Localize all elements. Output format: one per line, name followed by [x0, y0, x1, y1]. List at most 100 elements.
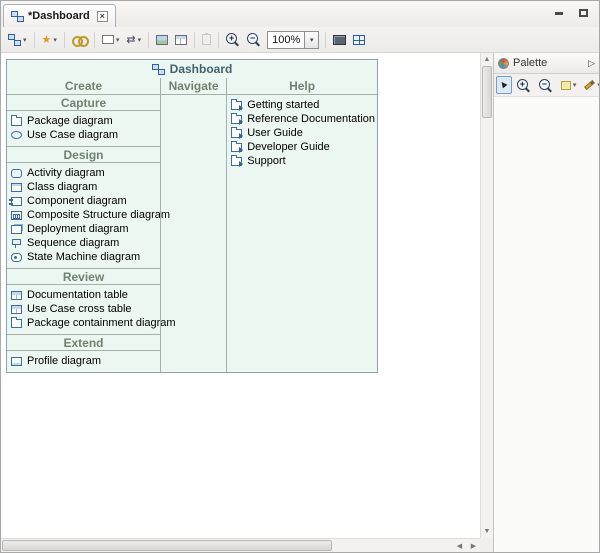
- design-section-header: Design: [7, 147, 160, 163]
- editor-tab-dashboard[interactable]: *Dashboard ×: [3, 4, 116, 27]
- dashboard-item[interactable]: User Guide: [227, 126, 377, 140]
- palette-expand-icon[interactable]: ▷: [588, 58, 595, 69]
- grid-tool-button[interactable]: [350, 30, 368, 50]
- help-folder-icon: [231, 157, 242, 166]
- appearance-tool-button[interactable]: ★▾: [39, 30, 60, 50]
- dashboard-item[interactable]: Getting started: [227, 98, 377, 112]
- maximize-view-button[interactable]: [575, 6, 591, 20]
- table-tool-button[interactable]: [172, 30, 190, 50]
- horizontal-scroll-thumb[interactable]: [2, 540, 332, 551]
- clipboard-icon: [202, 34, 211, 45]
- help-column-header: Help: [227, 78, 377, 95]
- section-extend: Extend Profile diagram: [7, 335, 160, 372]
- help-items: Getting startedReference DocumentationUs…: [227, 95, 377, 172]
- dashboard-item-label: Package containment diagram: [27, 317, 176, 329]
- minimize-view-button[interactable]: [551, 6, 567, 20]
- zoom-dropdown-button[interactable]: ▾: [304, 32, 318, 48]
- help-folder-icon: [231, 129, 242, 138]
- note-tool-icon: [561, 81, 571, 90]
- zoom-in-button[interactable]: [223, 30, 243, 50]
- sequence-diagram-icon: [11, 239, 22, 248]
- screenshot-icon: [333, 35, 346, 45]
- palette-zoom-out-icon: [539, 79, 553, 92]
- toolbar-separator: [194, 32, 195, 48]
- dashboard-item[interactable]: Use Case cross table: [7, 302, 160, 316]
- routing-tool-button[interactable]: ⇄▾: [123, 30, 144, 50]
- screenshot-tool-button[interactable]: [330, 30, 349, 50]
- dashboard-item[interactable]: Component diagram: [7, 194, 160, 208]
- extend-items: Profile diagram: [7, 351, 160, 372]
- dashboard-item[interactable]: Developer Guide: [227, 140, 377, 154]
- dashboard-item-label: Profile diagram: [27, 355, 101, 367]
- vertical-scroll-thumb[interactable]: [482, 66, 492, 118]
- dashboard-item[interactable]: Deployment diagram: [7, 222, 160, 236]
- dashboard-column-help: Help Getting startedReference Documentat…: [227, 78, 377, 372]
- use-case-diagram-icon: [11, 131, 22, 139]
- review-items: Documentation tableUse Case cross tableP…: [7, 285, 160, 335]
- palette-header[interactable]: Palette ▷: [494, 53, 599, 74]
- tab-close-icon[interactable]: ×: [97, 11, 108, 22]
- selection-tool-button[interactable]: ▲: [496, 76, 512, 94]
- dashboard-item[interactable]: Reference Documentation: [227, 112, 377, 126]
- component-diagram-icon: [11, 197, 22, 206]
- dashboard-item[interactable]: Activity diagram: [7, 166, 160, 180]
- grid-icon: [353, 35, 365, 45]
- dashboard-item[interactable]: Composite Structure diagram: [7, 208, 160, 222]
- shape-tool-button[interactable]: ▾: [99, 30, 123, 50]
- dashboard-icon: [152, 64, 165, 75]
- dashboard-item[interactable]: Profile diagram: [7, 354, 160, 368]
- dashboard-item[interactable]: Sequence diagram: [7, 236, 160, 250]
- dashboard-item[interactable]: Documentation table: [7, 288, 160, 302]
- horizontal-scrollbar[interactable]: ◀ ▶: [1, 538, 480, 552]
- palette-zoom-in-button[interactable]: [514, 76, 534, 94]
- dashboard-item-label: State Machine diagram: [27, 251, 140, 263]
- vertical-scrollbar[interactable]: ▲ ▼: [480, 53, 493, 538]
- palette-body[interactable]: [494, 97, 599, 552]
- dashboard-item-label: Composite Structure diagram: [27, 209, 170, 221]
- navigate-column-header: Navigate: [161, 78, 226, 95]
- scroll-left-icon[interactable]: ◀: [453, 539, 466, 552]
- view-controls: [551, 6, 591, 20]
- palette-title: Palette: [513, 57, 547, 69]
- capture-section-header: Capture: [7, 95, 160, 111]
- link-tool-button[interactable]: [69, 30, 90, 50]
- zoom-out-icon: [247, 33, 261, 46]
- dashboard-title: Dashboard: [170, 62, 233, 76]
- dashboard-item[interactable]: Use Case diagram: [7, 128, 160, 142]
- dashboard-item-label: Sequence diagram: [27, 237, 119, 249]
- dashboard-item[interactable]: Package diagram: [7, 114, 160, 128]
- dashboard-item[interactable]: State Machine diagram: [7, 250, 160, 264]
- dashboard-widget[interactable]: Dashboard Create Capture Package diagram…: [6, 59, 378, 373]
- pencil-tool-button[interactable]: ▾: [581, 76, 600, 94]
- palette-zoom-out-button[interactable]: [536, 76, 556, 94]
- dashboard-item-label: Reference Documentation: [247, 113, 375, 125]
- diagram-canvas[interactable]: Dashboard Create Capture Package diagram…: [1, 53, 480, 538]
- hierarchy-tool-button[interactable]: ▾: [5, 30, 30, 50]
- class-diagram-icon: [11, 183, 22, 192]
- scroll-right-icon[interactable]: ▶: [467, 539, 480, 552]
- toolbar-separator: [148, 32, 149, 48]
- dashboard-grid: Create Capture Package diagramUse Case d…: [7, 78, 377, 372]
- diagram-toolbar: ▾ ★▾ ▾ ⇄▾ 100% ▾: [1, 27, 599, 53]
- dashboard-item[interactable]: Support: [227, 154, 377, 168]
- scroll-up-icon[interactable]: ▲: [481, 53, 493, 66]
- dashboard-item-label: Developer Guide: [247, 141, 330, 153]
- dashboard-item-label: Use Case cross table: [27, 303, 132, 315]
- help-folder-icon: [231, 115, 242, 124]
- zoom-out-button[interactable]: [244, 30, 264, 50]
- editor-tab-bar: *Dashboard ×: [1, 1, 599, 27]
- toolbar-separator: [218, 32, 219, 48]
- palette-zoom-in-icon: [517, 79, 531, 92]
- dashboard-item[interactable]: Package containment diagram: [7, 316, 160, 330]
- note-tool-button[interactable]: ▾: [558, 76, 580, 94]
- dashboard-item-label: Component diagram: [27, 195, 127, 207]
- maximize-icon: [579, 9, 588, 17]
- dashboard-item[interactable]: Class diagram: [7, 180, 160, 194]
- scroll-down-icon[interactable]: ▼: [481, 525, 493, 538]
- zoom-level-combo[interactable]: 100% ▾: [267, 31, 319, 49]
- toolbar-separator: [34, 32, 35, 48]
- image-tool-button[interactable]: [153, 30, 171, 50]
- dashboard-item-label: Use Case diagram: [27, 129, 118, 141]
- create-column-header: Create: [7, 78, 160, 95]
- composite-structure-diagram-icon: [11, 211, 22, 220]
